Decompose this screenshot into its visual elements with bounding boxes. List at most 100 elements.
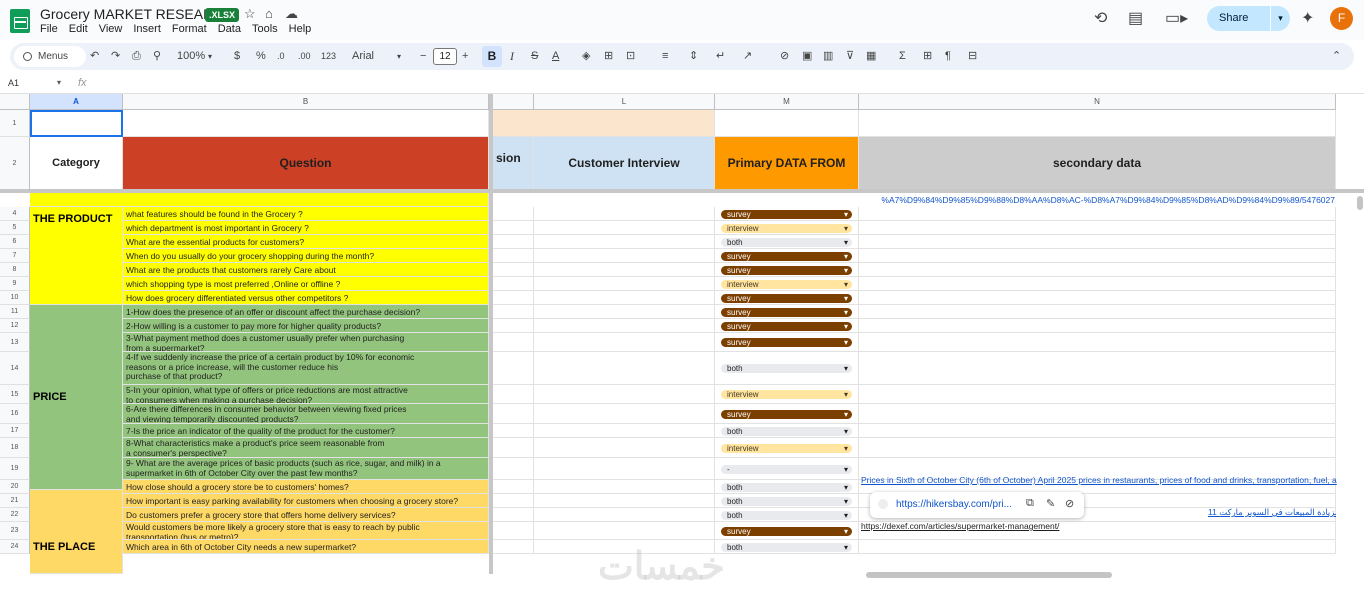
column-header-m[interactable]: M xyxy=(715,94,859,110)
question-cell[interactable]: Which area in 6th of October City needs … xyxy=(123,540,489,554)
data-cell[interactable] xyxy=(859,305,1336,319)
star-icon[interactable]: ☆ xyxy=(244,6,256,22)
undo-icon[interactable]: ↶ xyxy=(90,49,99,64)
menu-insert[interactable]: Insert xyxy=(133,23,161,35)
question-cell[interactable]: 6-Are there differences in consumer beha… xyxy=(123,404,489,424)
source-dropdown[interactable]: survey xyxy=(721,210,852,219)
insert-comment-icon[interactable]: ▣ xyxy=(802,49,812,64)
source-dropdown[interactable]: survey xyxy=(721,308,852,317)
italic-button[interactable]: I xyxy=(510,49,514,64)
font-size-input[interactable]: 12 xyxy=(433,48,457,65)
font-select[interactable]: Arial xyxy=(352,49,374,64)
source-dropdown[interactable]: both xyxy=(721,511,852,520)
insert-link-icon[interactable]: ⊘ xyxy=(780,49,789,64)
data-cell[interactable] xyxy=(859,424,1336,438)
customer-interview-header[interactable]: Customer Interview xyxy=(534,137,715,190)
data-cell[interactable] xyxy=(493,333,534,352)
row-header[interactable]: 12 xyxy=(0,319,30,333)
link-preview-tooltip[interactable]: https://hikersbay.com/pri... ⧉ ✎ ⊘ xyxy=(870,492,1084,518)
source-dropdown[interactable]: interview xyxy=(721,444,852,453)
print-icon[interactable]: ⎙ xyxy=(132,49,141,64)
data-cell[interactable] xyxy=(859,235,1336,249)
move-icon[interactable]: ⌂ xyxy=(265,6,273,21)
question-cell[interactable]: which department is most important in Gr… xyxy=(123,221,489,235)
data-cell[interactable] xyxy=(859,207,1336,221)
spreadsheet-grid[interactable]: A B L M N 1 2 Category Question sion Cus… xyxy=(0,94,1364,590)
data-cell[interactable] xyxy=(493,207,534,221)
data-cell[interactable] xyxy=(859,277,1336,291)
menu-view[interactable]: View xyxy=(99,23,123,35)
data-cell[interactable] xyxy=(534,480,715,494)
row-header[interactable]: 13 xyxy=(0,333,30,352)
source-dropdown[interactable]: survey xyxy=(721,294,852,303)
avatar[interactable]: F xyxy=(1330,7,1353,30)
data-cell[interactable] xyxy=(493,404,534,424)
merge-cells-icon[interactable]: ⊡ xyxy=(626,49,635,64)
data-cell[interactable] xyxy=(534,207,715,221)
bold-button[interactable]: B xyxy=(482,46,502,67)
source-dropdown[interactable]: both xyxy=(721,497,852,506)
data-cell[interactable] xyxy=(493,438,534,458)
fill-color-icon[interactable]: ◈ xyxy=(582,49,590,64)
row-header[interactable]: 19 xyxy=(0,458,30,480)
source-dropdown[interactable]: both xyxy=(721,364,852,373)
data-cell[interactable] xyxy=(534,235,715,249)
zoom-select[interactable]: 100% xyxy=(177,49,205,64)
data-cell[interactable] xyxy=(534,508,715,522)
source-dropdown[interactable]: survey xyxy=(721,338,852,347)
cell-m1[interactable] xyxy=(715,110,859,137)
column-header-n[interactable]: N xyxy=(859,94,1336,110)
source-dropdown[interactable]: interview xyxy=(721,390,852,399)
data-cell[interactable] xyxy=(493,221,534,235)
row-header[interactable]: 23 xyxy=(0,522,30,540)
currency-format[interactable]: $ xyxy=(234,49,240,64)
data-cell[interactable] xyxy=(859,319,1336,333)
insert-chart-icon[interactable]: ▥ xyxy=(823,49,833,64)
row-header-2[interactable]: 2 xyxy=(0,137,30,190)
data-cell[interactable] xyxy=(493,291,534,305)
row-header-1[interactable]: 1 xyxy=(0,110,30,137)
source-dropdown[interactable]: survey xyxy=(721,266,852,275)
row-header[interactable]: 14 xyxy=(0,352,30,385)
data-cell[interactable] xyxy=(534,352,715,385)
font-size-decrease-icon[interactable]: − xyxy=(420,49,426,64)
data-cell[interactable] xyxy=(493,494,534,508)
collapse-toolbar-icon[interactable]: ⌃ xyxy=(1332,49,1341,64)
row-header[interactable]: 11 xyxy=(0,305,30,319)
data-cell[interactable] xyxy=(534,263,715,277)
data-cell[interactable] xyxy=(859,291,1336,305)
question-cell[interactable]: 2-How willing is a customer to pay more … xyxy=(123,319,489,333)
text-color-icon[interactable]: A xyxy=(552,49,559,64)
data-cell[interactable] xyxy=(859,249,1336,263)
question-cell[interactable]: what features should be found in the Gro… xyxy=(123,207,489,221)
secondary-data-header[interactable]: secondary data xyxy=(859,137,1336,190)
meet-icon[interactable]: ▭▸ xyxy=(1165,8,1188,28)
text-direction-icon[interactable]: ¶ xyxy=(945,49,951,64)
filter-views-icon[interactable]: ▦ xyxy=(866,49,876,64)
tooltip-url[interactable]: https://hikersbay.com/pri... xyxy=(896,499,1012,510)
partial-header[interactable]: sion xyxy=(493,137,534,190)
data-cell[interactable] xyxy=(493,352,534,385)
more-format-icon[interactable]: ⊟ xyxy=(968,49,977,64)
data-cell[interactable] xyxy=(859,438,1336,458)
column-header-l[interactable]: L xyxy=(534,94,715,110)
row-header[interactable]: 21 xyxy=(0,494,30,508)
question-cell[interactable]: 3-What payment method does a customer us… xyxy=(123,333,489,352)
edit-link-icon[interactable]: ✎ xyxy=(1046,497,1055,510)
question-cell[interactable]: 1-How does the presence of an offer or d… xyxy=(123,305,489,319)
column-header-hidden[interactable] xyxy=(493,94,534,110)
menu-edit[interactable]: Edit xyxy=(69,23,88,35)
data-cell[interactable] xyxy=(493,458,534,480)
redo-icon[interactable]: ↷ xyxy=(111,49,120,64)
category-place-cell[interactable] xyxy=(30,490,123,574)
zoom-chevron-icon[interactable]: ▾ xyxy=(208,49,212,64)
category-header[interactable]: Category xyxy=(30,137,123,190)
share-dropdown-icon[interactable]: ▾ xyxy=(1271,6,1290,31)
data-cell[interactable] xyxy=(534,404,715,424)
row-header[interactable]: 6 xyxy=(0,235,30,249)
history-icon[interactable]: ⟲ xyxy=(1094,8,1107,28)
data-cell[interactable] xyxy=(534,438,715,458)
data-cell[interactable] xyxy=(493,522,534,540)
menu-data[interactable]: Data xyxy=(218,23,241,35)
secondary-link-row22[interactable]: https://dexef.com/articles/supermarket-m… xyxy=(861,521,1161,531)
